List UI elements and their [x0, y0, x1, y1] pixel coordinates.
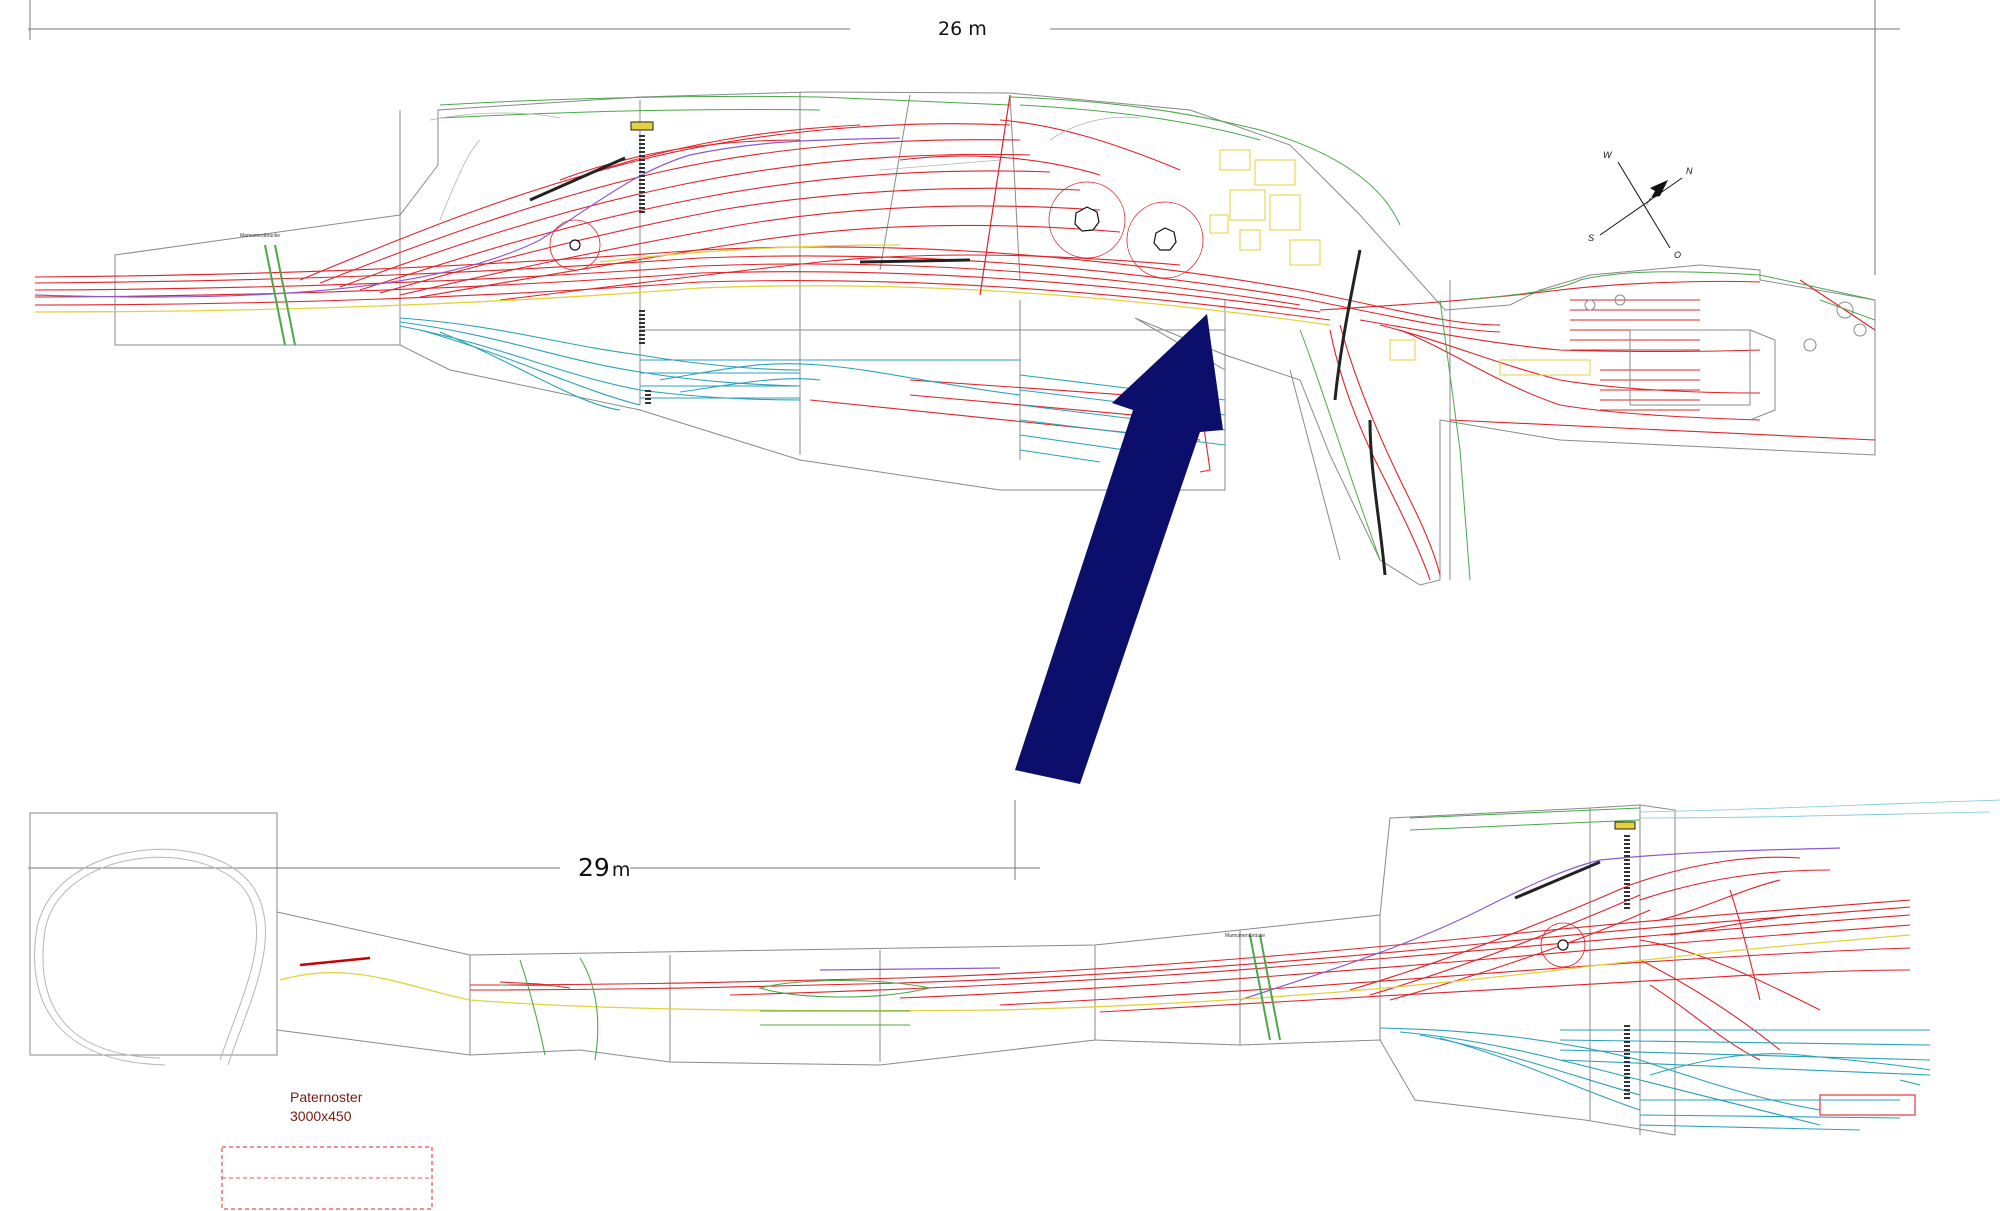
pointer-arrow — [1015, 314, 1223, 784]
return-loop — [34, 848, 267, 1066]
top-dimension-label: 26 m — [938, 18, 987, 40]
bottom-black-features — [1514, 821, 1636, 900]
bottom-purple-track — [819, 847, 1841, 1001]
track-plan-drawing: 26 m Mamumentbrücke W N S O 29 m Mamumen… — [28, 0, 2000, 1210]
top-baseboard-outline — [114, 91, 1876, 586]
bottom-dimension-label: 29 m — [578, 853, 630, 882]
top-turntables — [549, 181, 1204, 279]
bottom-cyan-lines — [1639, 799, 2000, 819]
paternoster-title: Paternoster — [290, 1089, 363, 1105]
top-diagonal-red — [979, 94, 1011, 296]
top-town-yellow-blocks — [1209, 149, 1591, 376]
top-road-lines — [264, 95, 1876, 581]
top-right-station-outline — [1584, 294, 1867, 421]
top-mainline-tracks — [34, 119, 1876, 581]
bottom-dimension-line — [28, 800, 1040, 880]
compass-south: S — [1588, 233, 1594, 243]
top-dimension-line — [28, 0, 1900, 275]
compass-needle-icon — [1645, 180, 1668, 208]
bottom-bridge-label: Mamumentbrücke — [1225, 933, 1265, 939]
compass-rose: W N S O — [1588, 150, 1693, 260]
compass-west: W — [1603, 150, 1613, 160]
compass-north: N — [1686, 166, 1693, 176]
compass-east: O — [1674, 250, 1681, 260]
paternoster-size: 3000x450 — [290, 1108, 352, 1124]
top-yard-tracks — [399, 317, 1226, 463]
top-yellow-track — [34, 244, 1331, 326]
top-purple-track — [34, 137, 901, 298]
top-gray-rails — [429, 112, 1141, 221]
top-bridge-label: Mamumentbrücke — [240, 233, 280, 239]
bottom-green-tracks — [499, 934, 1281, 1061]
